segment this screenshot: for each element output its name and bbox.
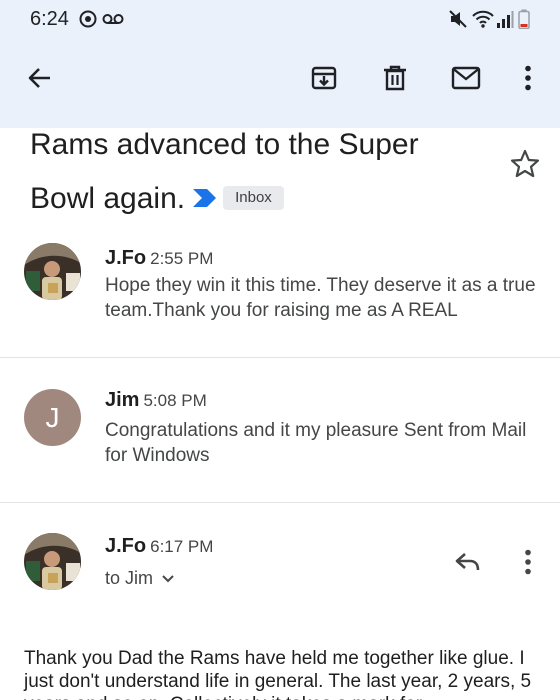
more-vert-icon [524, 65, 532, 96]
delete-icon [382, 64, 408, 97]
divider [0, 502, 560, 503]
status-time: 6:24 [30, 8, 69, 30]
sender-name: J.Fo 6:17 PM [105, 535, 214, 557]
back-arrow-icon [27, 65, 53, 96]
message-body: Thank you Dad the Rams have held me toge… [24, 648, 532, 700]
inbox-label-chip[interactable]: Inbox [223, 186, 284, 211]
recipients-toggle[interactable]: to Jim [105, 568, 175, 589]
avatar[interactable] [24, 243, 81, 300]
delete-button[interactable] [375, 60, 415, 100]
signal-icon [496, 9, 514, 34]
message-time: 2:55 PM [150, 249, 214, 268]
thread-subject: Rams advanced to the Super Bowl again. In… [30, 118, 470, 227]
chevron-down-icon [153, 568, 175, 589]
star-button[interactable] [509, 148, 541, 180]
whatsapp-icon [78, 9, 98, 34]
archive-button[interactable] [304, 60, 344, 100]
avatar[interactable]: J [24, 389, 81, 446]
divider [0, 357, 560, 358]
mark-unread-button[interactable] [446, 60, 486, 100]
recipients-text: to Jim [105, 568, 154, 588]
avatar[interactable] [24, 533, 81, 590]
battery-low-icon [518, 9, 530, 34]
message-snippet: Hope they win it this time. They deserve… [105, 275, 536, 321]
message-time: 5:08 PM [143, 391, 207, 410]
important-marker-icon[interactable] [191, 173, 219, 227]
mute-icon [448, 9, 468, 34]
status-bar: 6:24 [0, 0, 560, 40]
sender-name: J.Fo 2:55 PM [105, 247, 214, 269]
more-vert-icon [524, 549, 532, 580]
message-snippet: Congratulations and it my pleasure Sent … [105, 420, 527, 466]
voicemail-icon [102, 12, 124, 31]
wifi-icon [471, 9, 495, 34]
sender-name: Jim 5:08 PM [105, 389, 207, 411]
star-icon [509, 149, 541, 184]
reply-button[interactable] [448, 544, 488, 584]
more-options-button[interactable] [508, 60, 548, 100]
reply-icon [454, 550, 482, 579]
mark-unread-icon [451, 66, 481, 95]
archive-icon [310, 64, 338, 97]
message-more-button[interactable] [508, 544, 548, 584]
message-time: 6:17 PM [150, 537, 214, 556]
back-button[interactable] [20, 60, 60, 100]
